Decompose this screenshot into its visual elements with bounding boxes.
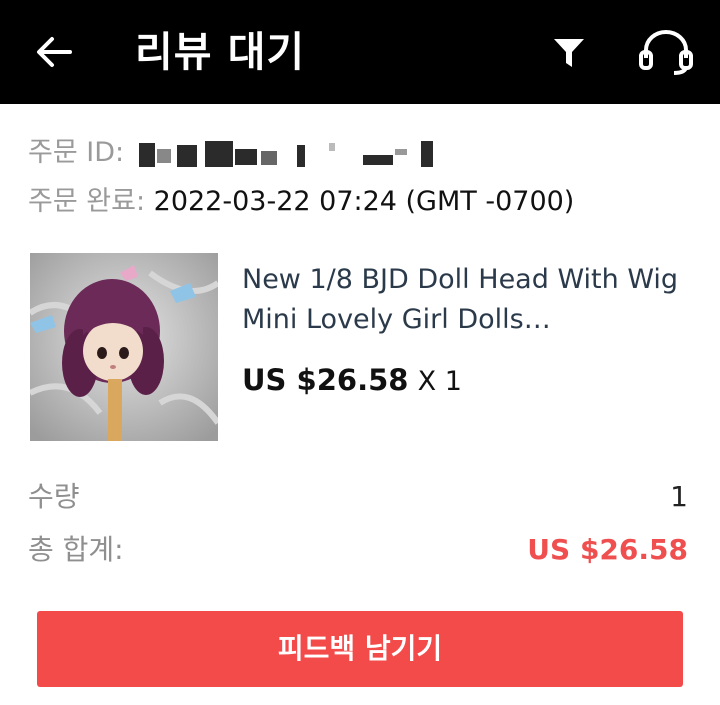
total-value: US $26.58 <box>527 533 688 566</box>
order-id-redacted <box>138 139 459 169</box>
product-thumbnail[interactable] <box>30 253 218 441</box>
order-completed-row: 주문 완료: 2022-03-22 07:24 (GMT -0700) <box>28 184 574 220</box>
product-quantity: X 1 <box>417 366 462 397</box>
top-app-bar: 리뷰 대기 <box>0 0 720 104</box>
product-title[interactable]: New 1/8 BJD Doll Head With Wig Mini Love… <box>242 260 692 340</box>
order-completed-label: 주문 완료: <box>28 186 146 217</box>
filter-icon[interactable] <box>552 36 586 70</box>
order-completed-value: 2022-03-22 07:24 (GMT -0700) <box>153 186 575 217</box>
headset-icon[interactable] <box>636 28 696 76</box>
arrow-left-icon[interactable] <box>34 32 74 72</box>
product-price: US $26.58 <box>242 363 409 397</box>
order-id-row: 주문 ID: <box>28 135 459 171</box>
product-price-row: US $26.58 X 1 <box>242 360 462 402</box>
leave-feedback-button[interactable]: 피드백 남기기 <box>37 611 683 687</box>
order-id-label: 주문 ID: <box>28 137 125 168</box>
quantity-value: 1 <box>670 480 688 513</box>
quantity-label: 수량 <box>28 480 80 513</box>
page-title: 리뷰 대기 <box>135 28 306 76</box>
total-label: 총 합계: <box>28 533 124 566</box>
doll-head-image <box>30 253 218 441</box>
